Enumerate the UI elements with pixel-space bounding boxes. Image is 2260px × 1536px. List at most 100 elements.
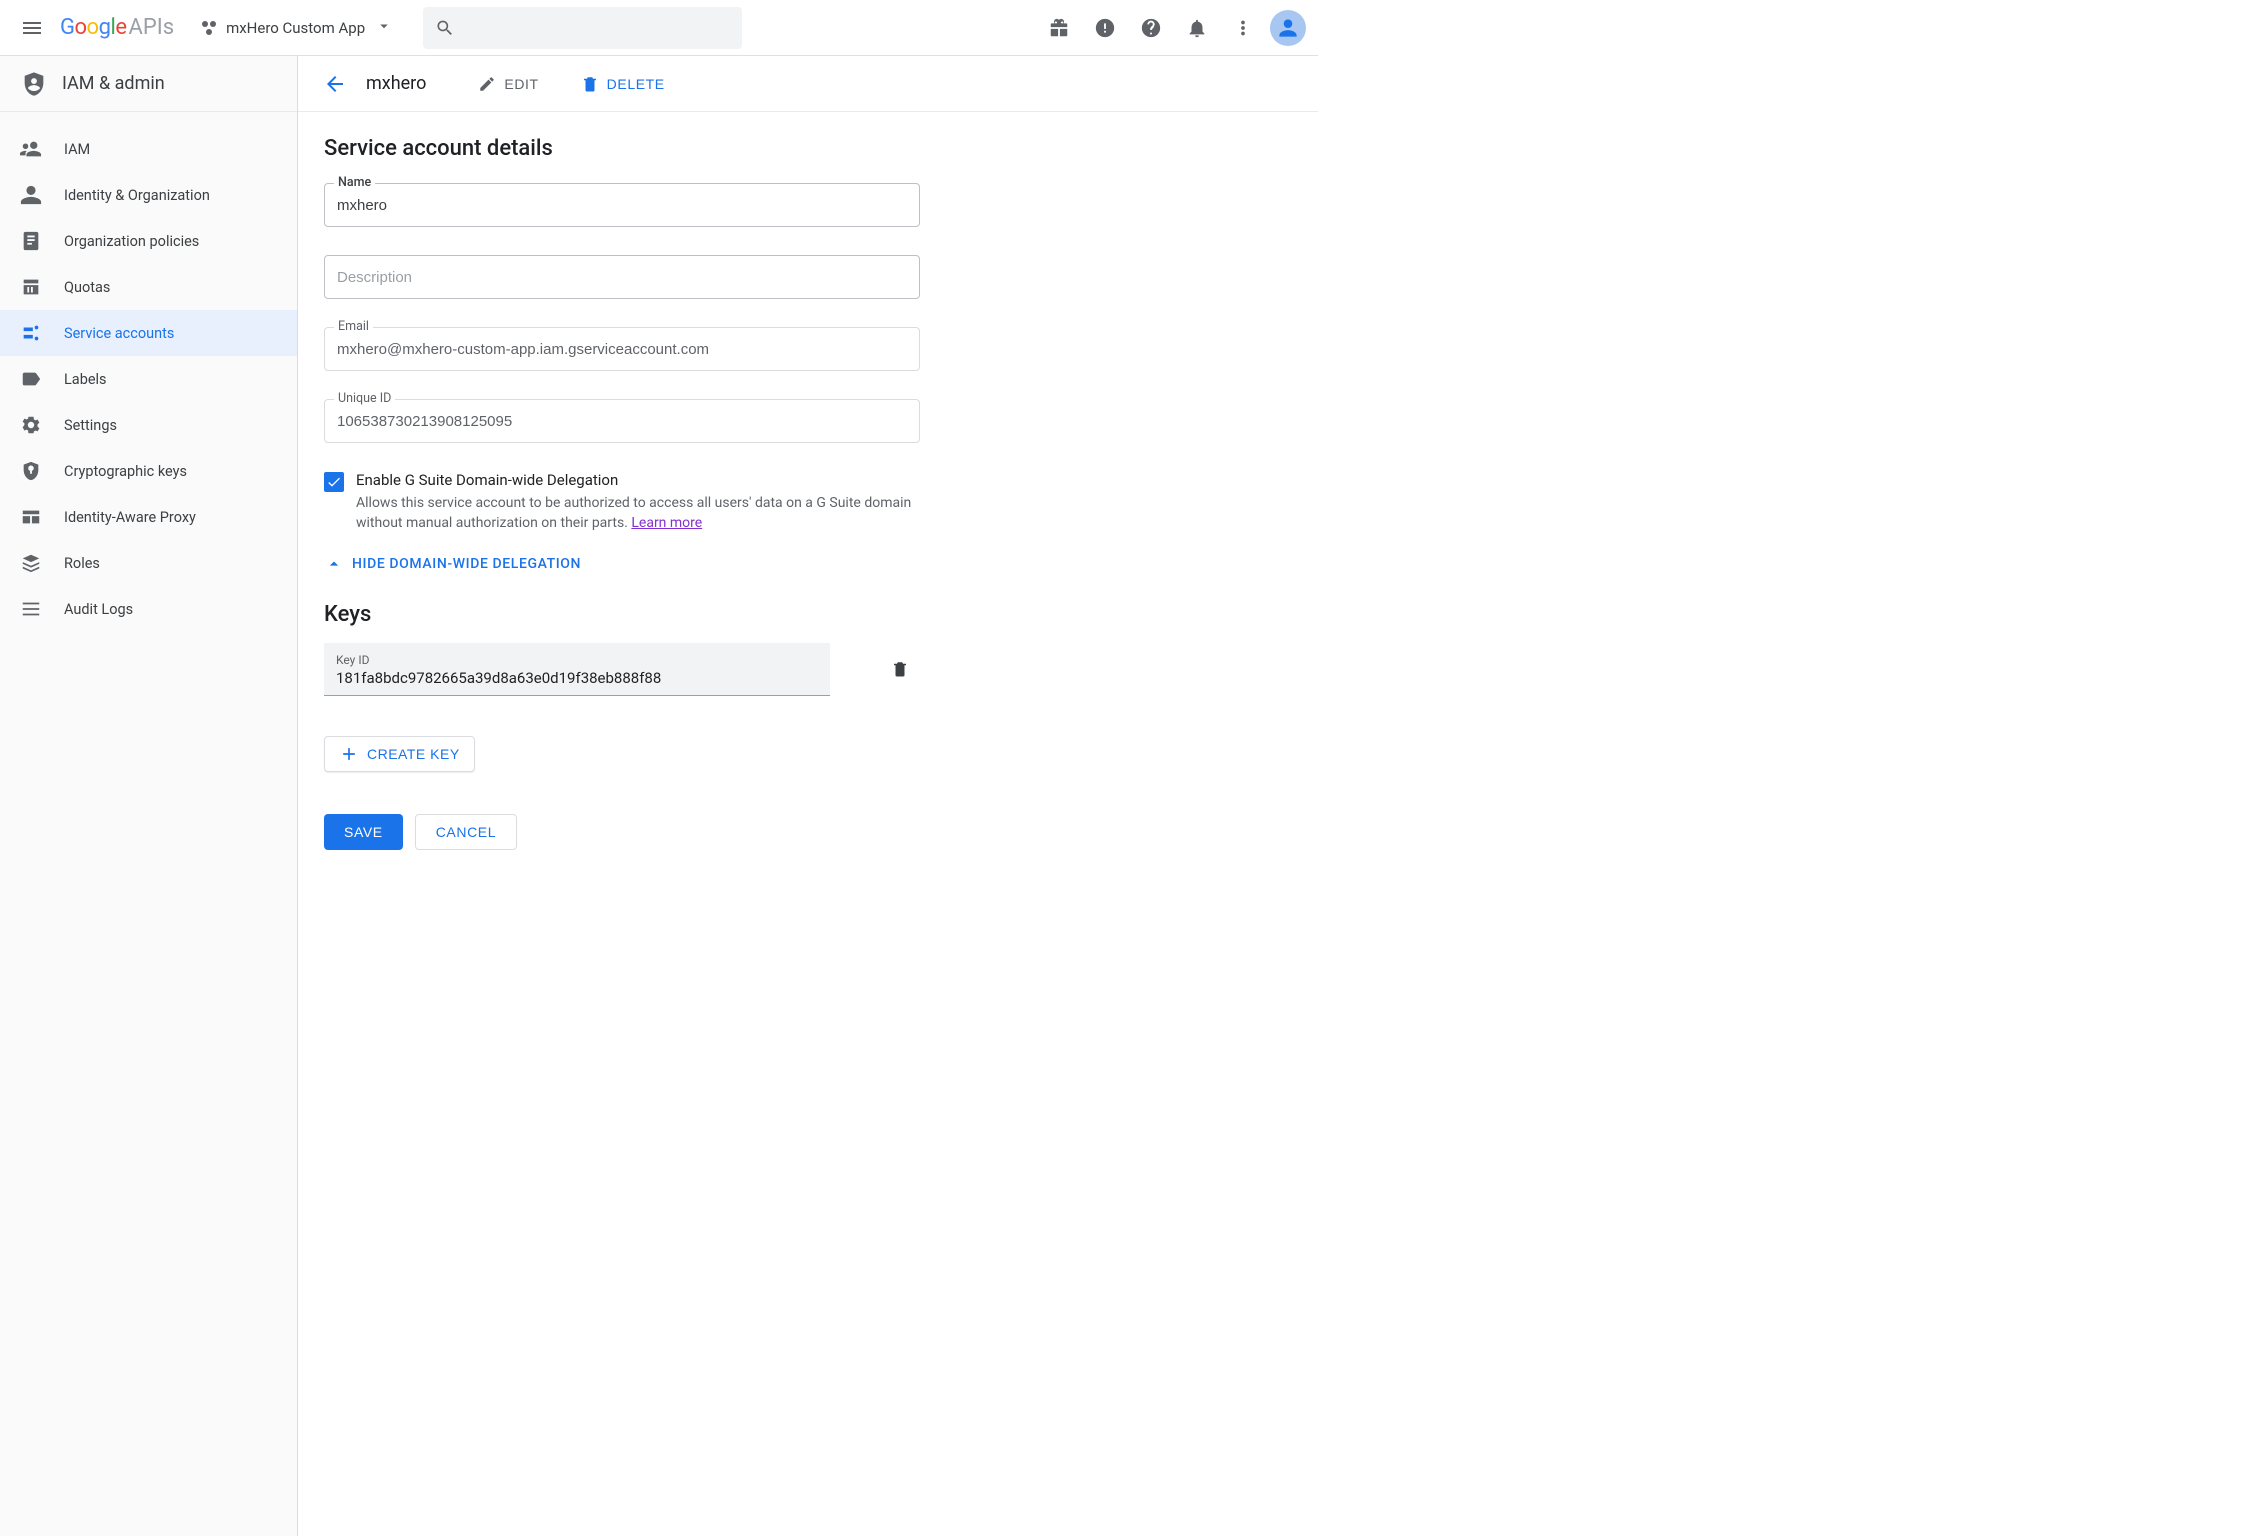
sidebar-item-label: Identity & Organization [64, 187, 210, 204]
search-bar[interactable] [423, 7, 741, 49]
sidebar-item-identity-organization[interactable]: Identity & Organization [0, 172, 297, 218]
sidebar-item-audit-logs[interactable]: Audit Logs [0, 586, 297, 632]
sidebar-item-settings[interactable]: Settings [0, 402, 297, 448]
content-header: mxhero Edit Delete [298, 56, 1318, 112]
bell-icon [1186, 17, 1208, 39]
iam-icon [20, 138, 42, 160]
help-button[interactable] [1128, 5, 1174, 51]
project-picker[interactable]: mxHero Custom App [190, 8, 403, 48]
search-icon [435, 17, 455, 39]
google-apis-logo[interactable]: Google APIs [60, 15, 174, 40]
sidebar-item-service-accounts[interactable]: Service accounts [0, 310, 297, 356]
toggle-delegation-button[interactable]: Hide domain-wide delegation [324, 554, 1252, 574]
trash-icon [581, 75, 599, 93]
quotas-icon [20, 276, 42, 298]
trash-icon [891, 660, 909, 678]
sidebar-item-label: Cryptographic keys [64, 463, 187, 480]
sidebar-item-labels[interactable]: Labels [0, 356, 297, 402]
arrow-back-icon [323, 72, 347, 96]
iap-icon [20, 506, 42, 528]
name-input[interactable] [324, 183, 920, 227]
sidebar-item-cryptographic-keys[interactable]: Cryptographic keys [0, 448, 297, 494]
section-title-keys: Keys [324, 602, 1252, 627]
help-icon [1140, 17, 1162, 39]
cancel-button[interactable]: Cancel [415, 814, 517, 850]
settings-icon [20, 414, 42, 436]
key-row: Key ID 181fa8bdc9782665a39d8a63e0d19f38e… [324, 643, 1252, 696]
user-icon [1275, 15, 1301, 41]
name-field-wrap: Name [324, 183, 920, 227]
dropdown-icon [375, 17, 393, 39]
gift-button[interactable] [1036, 5, 1082, 51]
sidebar-item-label: Identity-Aware Proxy [64, 509, 196, 526]
service-accounts-icon [20, 322, 42, 344]
sidebar-item-roles[interactable]: Roles [0, 540, 297, 586]
learn-more-link[interactable]: Learn more [631, 515, 702, 531]
delegation-description: Allows this service account to be author… [356, 493, 944, 534]
name-field-label: Name [334, 175, 375, 190]
unique-id-field-wrap: Unique ID [324, 399, 920, 443]
project-icon [200, 19, 218, 37]
account-avatar[interactable] [1270, 10, 1306, 46]
delete-button[interactable]: Delete [569, 66, 677, 102]
create-key-button[interactable]: Create key [324, 736, 475, 772]
key-id-label: Key ID [336, 653, 818, 667]
content: mxhero Edit Delete Service account detai… [298, 56, 1318, 1536]
email-field-label: Email [334, 319, 373, 334]
menu-icon [20, 16, 44, 40]
sidebar-item-label: Settings [64, 417, 117, 434]
edit-button[interactable]: Edit [466, 66, 550, 102]
section-title-details: Service account details [324, 136, 1252, 161]
project-name-label: mxHero Custom App [226, 19, 365, 37]
sidebar-header: IAM & admin [0, 56, 297, 112]
sidebar-item-identity-aware-proxy[interactable]: Identity-Aware Proxy [0, 494, 297, 540]
notifications-button[interactable] [1174, 5, 1220, 51]
alert-circle-icon [1094, 17, 1116, 39]
description-field-wrap [324, 255, 920, 299]
key-id-value: 181fa8bdc9782665a39d8a63e0d19f38eb888f88 [336, 669, 818, 687]
check-icon [326, 474, 342, 490]
sidebar-item-organization-policies[interactable]: Organization policies [0, 218, 297, 264]
unique-id-input [324, 399, 920, 443]
sidebar-item-label: Labels [64, 371, 107, 388]
unique-id-field-label: Unique ID [334, 391, 395, 406]
email-input [324, 327, 920, 371]
roles-icon [20, 552, 42, 574]
sidebar-item-quotas[interactable]: Quotas [0, 264, 297, 310]
sidebar-item-label: Roles [64, 555, 100, 572]
sidebar-item-label: IAM [64, 141, 90, 158]
chevron-up-icon [324, 554, 344, 574]
audit-icon [20, 598, 42, 620]
sidebar-item-label: Organization policies [64, 233, 199, 250]
email-field-wrap: Email [324, 327, 920, 371]
crypto-icon [20, 460, 42, 482]
description-input[interactable] [324, 255, 920, 299]
sidebar: IAM & admin IAM Identity & Organization … [0, 56, 298, 1536]
search-input[interactable] [465, 19, 730, 36]
sidebar-item-label: Quotas [64, 279, 110, 296]
delete-key-button[interactable] [880, 649, 920, 689]
delegation-checkbox-row: Enable G Suite Domain-wide Delegation Al… [324, 471, 944, 534]
plus-icon [339, 744, 359, 764]
gift-icon [1048, 17, 1070, 39]
sidebar-title: IAM & admin [62, 73, 165, 94]
save-button[interactable]: Save [324, 814, 403, 850]
more-button[interactable] [1220, 5, 1266, 51]
identity-icon [20, 184, 42, 206]
back-button[interactable] [318, 67, 352, 101]
sidebar-item-label: Service accounts [64, 325, 174, 342]
topbar: Google APIs mxHero Custom App [0, 0, 1318, 56]
delegation-checkbox[interactable] [324, 472, 344, 492]
more-vert-icon [1232, 17, 1254, 39]
sidebar-item-iam[interactable]: IAM [0, 126, 297, 172]
footer-buttons: Save Cancel [324, 814, 1252, 850]
sidebar-list: IAM Identity & Organization Organization… [0, 112, 297, 632]
edit-icon [478, 75, 496, 93]
sidebar-item-label: Audit Logs [64, 601, 133, 618]
shield-person-icon [20, 70, 48, 98]
alert-button[interactable] [1082, 5, 1128, 51]
menu-button[interactable] [8, 4, 56, 52]
top-icons [1036, 5, 1306, 51]
keys-section: Keys Key ID 181fa8bdc9782665a39d8a63e0d1… [324, 602, 1252, 772]
labels-icon [20, 368, 42, 390]
